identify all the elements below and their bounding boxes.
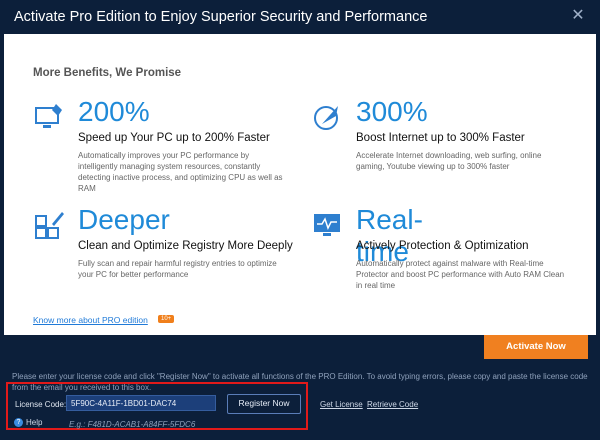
close-icon[interactable]: ✕ — [568, 6, 588, 26]
benefit-realtime-title: Actively Protection & Optimization — [356, 240, 529, 252]
license-code-input[interactable]: 5F90C-4A11F-1BD01-DAC74 — [66, 395, 216, 411]
benefit-speed-desc: Automatically improves your PC performan… — [78, 151, 283, 193]
license-example: E.g.: F481D-ACAB1-A84FF-5FDC6 — [69, 420, 196, 429]
benefit-registry-title: Clean and Optimize Registry More Deeply — [78, 240, 293, 252]
register-now-button[interactable]: Register Now — [227, 394, 301, 414]
benefit-speed-title: Speed up Your PC up to 200% Faster — [78, 132, 270, 144]
retrieve-code-link[interactable]: Retrieve Code — [367, 400, 418, 409]
license-code-label: License Code: — [15, 400, 67, 409]
benefit-registry-value: Deeper — [78, 204, 170, 235]
monitor-pulse-icon — [314, 214, 340, 236]
help-button[interactable]: ? Help — [14, 418, 43, 428]
title-bar: Activate Pro Edition to Enjoy Superior S… — [0, 0, 600, 34]
benefit-internet-desc: Accelerate Internet downloading, web sur… — [356, 151, 542, 171]
get-license-link[interactable]: Get License — [320, 400, 363, 409]
benefit-speed-value: 200% — [78, 96, 150, 127]
help-icon: ? — [14, 418, 23, 428]
registry-clean-icon — [35, 212, 64, 239]
new-badge: 10+ — [158, 315, 175, 323]
benefit-registry-desc: Fully scan and repair harmful registry e… — [78, 259, 277, 279]
rocket-icon — [314, 106, 338, 130]
benefit-internet-value: 300% — [356, 96, 428, 127]
benefits-heading: More Benefits, We Promise — [33, 67, 182, 79]
pc-speed-icon — [35, 104, 62, 128]
benefit-realtime-desc: Automatically protect against malware wi… — [356, 259, 565, 290]
benefit-internet-title: Boost Internet up to 300% Faster — [356, 132, 525, 144]
activate-now-button[interactable]: Activate Now — [484, 335, 588, 359]
help-label: Help — [26, 418, 43, 427]
know-more-link[interactable]: Know more about PRO edition — [33, 315, 148, 325]
benefits-panel: More Benefits, We Promise 200% Speed up … — [4, 34, 596, 335]
window-title: Activate Pro Edition to Enjoy Superior S… — [14, 9, 428, 25]
